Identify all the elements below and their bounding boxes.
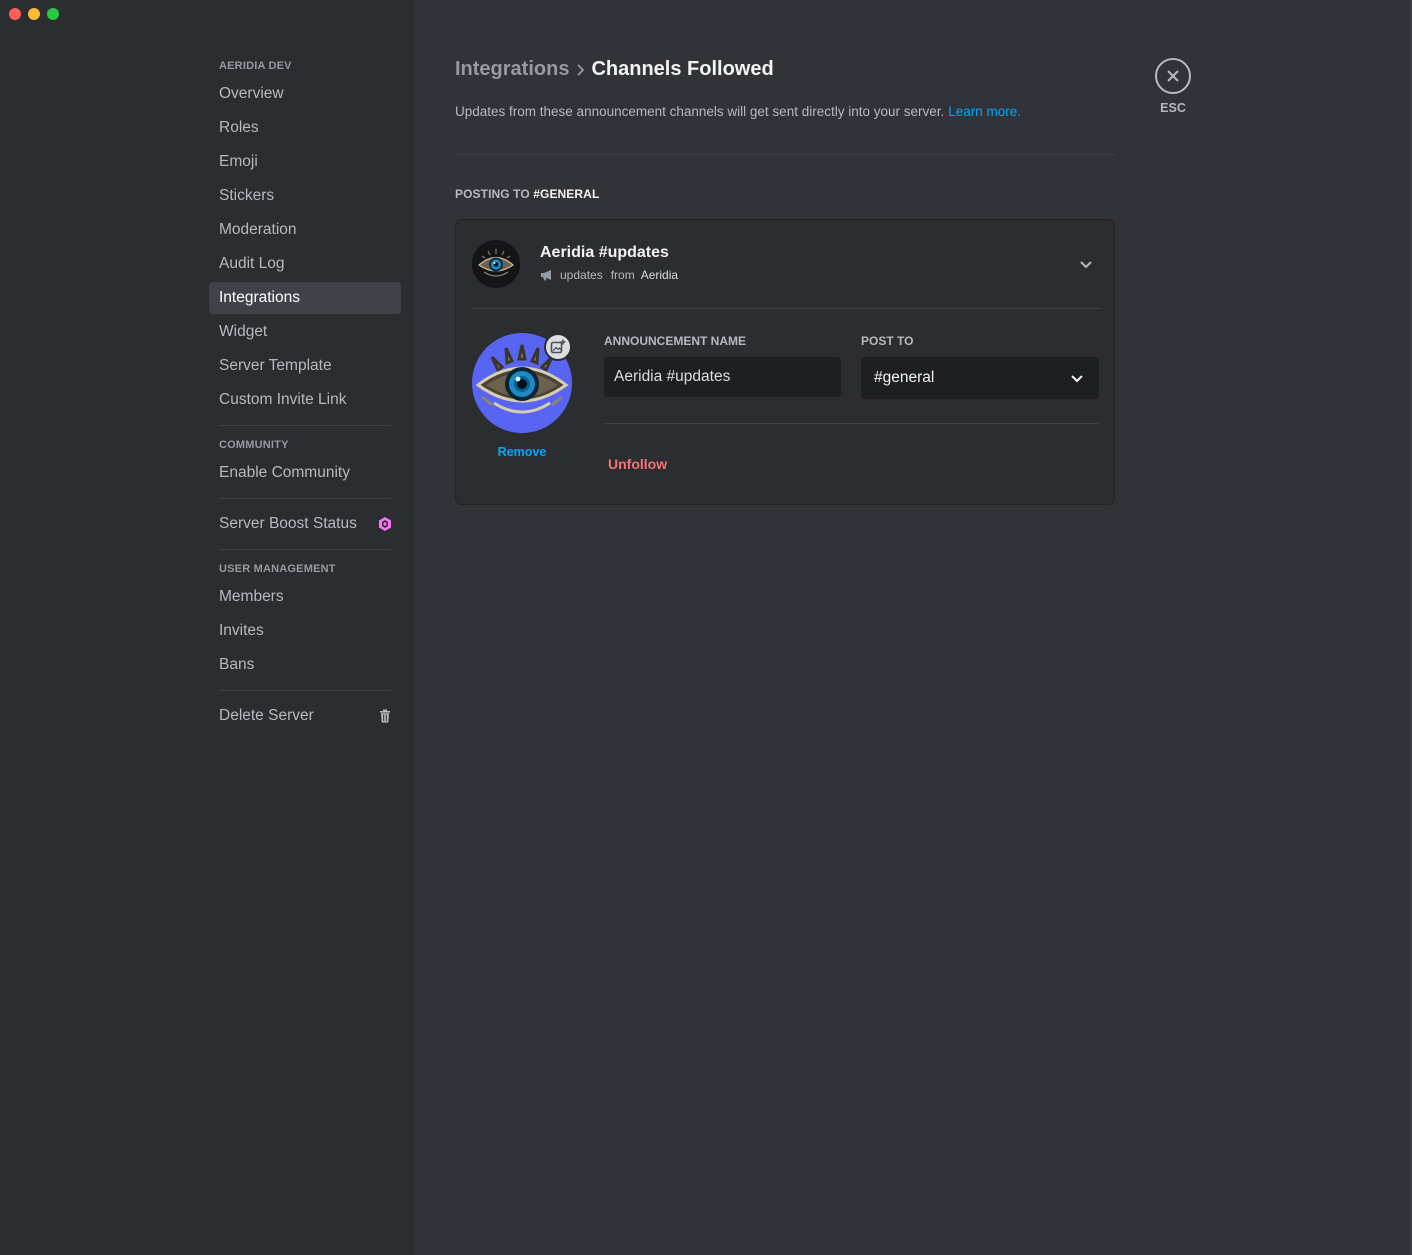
remove-avatar-link[interactable]: Remove — [472, 445, 572, 459]
source-guild-name: Aeridia — [640, 268, 679, 282]
page-title: Channels Followed — [591, 58, 774, 80]
sidebar-item-label: Stickers — [219, 187, 275, 204]
sidebar-item-enable-community[interactable]: Enable Community — [209, 457, 401, 489]
card-divider — [472, 308, 1100, 309]
posting-to-header: POSTING TO #GENERAL — [455, 187, 599, 201]
nav-header-server: AERIDIA DEV — [219, 60, 292, 72]
sidebar-item-label: Roles — [219, 119, 259, 136]
sidebar-item-roles[interactable]: Roles — [209, 112, 401, 144]
sidebar-item-overview[interactable]: Overview — [209, 78, 401, 110]
settings-sidebar: AERIDIA DEV Overview Roles Emoji Sticker… — [0, 0, 415, 1255]
followed-channel-card: Aeridia #updates updates from Aeridia Re… — [455, 219, 1115, 505]
post-to-label: POST TO — [861, 334, 914, 348]
nav-divider — [219, 549, 391, 550]
sidebar-item-delete-server[interactable]: Delete Server — [209, 700, 401, 732]
sidebar-item-label: Widget — [219, 323, 268, 340]
sidebar-item-label: Invites — [219, 622, 264, 639]
followed-channel-title: Aeridia #updates — [540, 244, 669, 261]
sidebar-item-label: Moderation — [219, 221, 297, 238]
unfollow-button[interactable]: Unfollow — [608, 456, 667, 472]
section-divider — [455, 154, 1115, 155]
sidebar-item-label: Server Template — [219, 357, 332, 374]
nav-divider — [219, 425, 391, 426]
announcement-megaphone-icon — [541, 270, 551, 281]
breadcrumb: Integrations Channels Followed — [455, 58, 774, 81]
sidebar-item-invites[interactable]: Invites — [209, 615, 401, 647]
sidebar-item-label: Emoji — [219, 153, 258, 170]
posting-to-prefix: POSTING TO — [455, 187, 530, 201]
nav-header-community: COMMUNITY — [219, 439, 289, 451]
sidebar-item-emoji[interactable]: Emoji — [209, 146, 401, 178]
close-x-icon[interactable] — [1155, 58, 1191, 94]
settings-window: AERIDIA DEV Overview Roles Emoji Sticker… — [0, 0, 1412, 1255]
sidebar-item-server-boost-status[interactable]: Server Boost Status — [209, 508, 401, 540]
post-to-selected-value: #general — [874, 369, 935, 386]
card-inner-divider — [604, 423, 1099, 424]
description-text: Updates from these announcement channels… — [455, 104, 945, 119]
nav-divider — [219, 498, 391, 499]
nav-header-user-management: USER MANAGEMENT — [219, 563, 336, 575]
sidebar-item-server-template[interactable]: Server Template — [209, 350, 401, 382]
sidebar-item-label: Integrations — [219, 289, 300, 306]
sidebar-item-integrations[interactable]: Integrations — [209, 282, 401, 314]
settings-nav: AERIDIA DEV Overview Roles Emoji Sticker… — [209, 56, 401, 734]
sidebar-item-bans[interactable]: Bans — [209, 649, 401, 681]
breadcrumb-parent-integrations[interactable]: Integrations — [455, 58, 569, 81]
nav-divider — [219, 690, 391, 691]
sidebar-item-audit-log[interactable]: Audit Log — [209, 248, 401, 280]
upload-image-icon[interactable] — [544, 333, 572, 361]
sidebar-item-label: Delete Server — [219, 707, 314, 724]
boost-gem-icon — [379, 517, 391, 531]
followed-channel-source: updates from Aeridia — [540, 268, 678, 282]
sidebar-item-widget[interactable]: Widget — [209, 316, 401, 348]
window-close-dot[interactable] — [9, 8, 21, 20]
esc-label: ESC — [1160, 101, 1186, 115]
learn-more-link[interactable]: Learn more. — [948, 104, 1021, 119]
posting-to-channel: #GENERAL — [533, 187, 600, 201]
sidebar-item-label: Server Boost Status — [219, 515, 357, 532]
guild-avatar — [472, 240, 520, 288]
followed-channel-header[interactable]: Aeridia #updates updates from Aeridia — [472, 240, 1100, 288]
close-settings: ESC — [1155, 58, 1191, 115]
sidebar-item-moderation[interactable]: Moderation — [209, 214, 401, 246]
chevron-down-icon — [1071, 375, 1083, 383]
window-minimize-dot[interactable] — [28, 8, 40, 20]
sidebar-item-stickers[interactable]: Stickers — [209, 180, 401, 212]
sidebar-item-label: Bans — [219, 656, 255, 673]
collapse-chevron-icon[interactable] — [1076, 254, 1096, 274]
sidebar-item-label: Overview — [219, 85, 284, 102]
source-from-label: from — [610, 268, 635, 282]
sidebar-item-label: Audit Log — [219, 255, 285, 272]
sidebar-item-custom-invite-link[interactable]: Custom Invite Link — [209, 384, 401, 416]
announcement-name-input[interactable] — [604, 357, 841, 397]
eye-emblem-icon — [472, 240, 520, 288]
source-channel-name: updates — [560, 268, 603, 282]
sidebar-item-label: Custom Invite Link — [219, 391, 347, 408]
window-traffic-lights — [9, 8, 59, 20]
window-zoom-dot[interactable] — [47, 8, 59, 20]
trash-icon — [380, 709, 390, 723]
sidebar-item-members[interactable]: Members — [209, 581, 401, 613]
sidebar-item-label: Enable Community — [219, 464, 350, 481]
chevron-right-icon — [575, 63, 585, 77]
page-description: Updates from these announcement channels… — [455, 104, 1021, 119]
sidebar-item-label: Members — [219, 588, 284, 605]
post-to-select[interactable]: #general — [861, 357, 1099, 399]
webhook-avatar-uploader: Remove — [472, 333, 572, 463]
announcement-name-label: ANNOUNCEMENT NAME — [604, 334, 746, 348]
